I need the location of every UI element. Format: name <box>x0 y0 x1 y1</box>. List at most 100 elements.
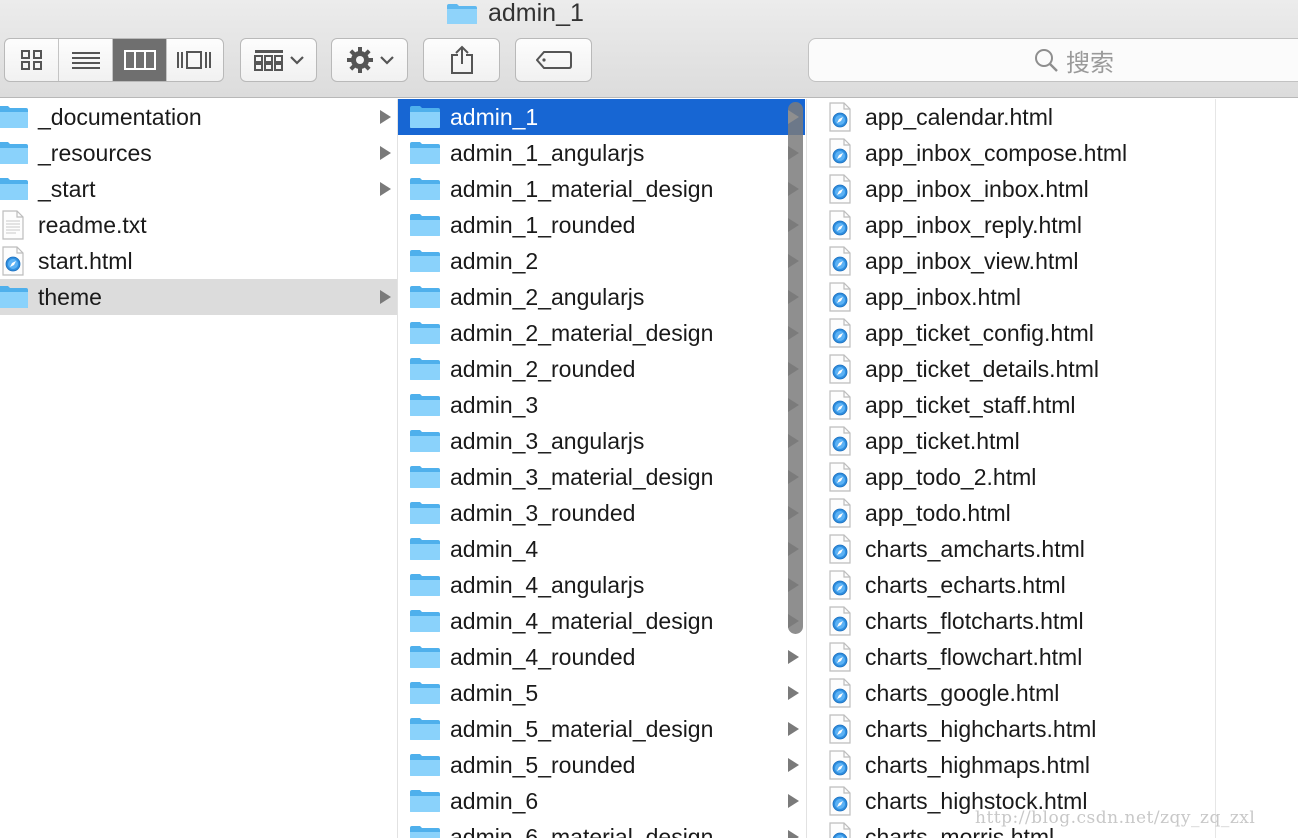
col1-item[interactable]: start.html <box>0 243 397 279</box>
col1-item[interactable]: _resources <box>0 135 397 171</box>
col2-folder-item[interactable]: admin_4_angularjs <box>398 567 805 603</box>
row-label: admin_4_angularjs <box>450 571 645 598</box>
icon-view-button[interactable] <box>5 39 59 81</box>
row-icon-wrap <box>823 822 857 838</box>
row-label: app_inbox.html <box>865 283 1021 310</box>
row-label: admin_6_material_design <box>450 823 714 838</box>
row-label: admin_3_angularjs <box>450 427 645 454</box>
col3-file-item[interactable]: charts_amcharts.html <box>807 531 1215 567</box>
col2-folder-item[interactable]: admin_4_material_design <box>398 603 805 639</box>
row-label: admin_1_rounded <box>450 211 636 238</box>
col3-file-item[interactable]: app_inbox_inbox.html <box>807 171 1215 207</box>
col3-file-item[interactable]: app_ticket_config.html <box>807 315 1215 351</box>
col1-item[interactable]: theme <box>0 279 397 315</box>
row-icon-wrap <box>823 174 857 204</box>
row-label: admin_3 <box>450 391 539 418</box>
col1-item[interactable]: readme.txt <box>0 207 397 243</box>
folder-icon <box>0 106 28 128</box>
col2-folder-item[interactable]: admin_2 <box>398 243 805 279</box>
col3-file-item[interactable]: app_calendar.html <box>807 99 1215 135</box>
disclosure-arrow-icon <box>788 830 799 838</box>
html-file-icon <box>829 822 851 838</box>
row-icon-wrap <box>823 102 857 132</box>
col2-folder-item[interactable]: admin_3_material_design <box>398 459 805 495</box>
col2-folder-item[interactable]: admin_1 <box>398 99 805 135</box>
tags-button[interactable] <box>515 38 592 82</box>
col1-item[interactable]: _start <box>0 171 397 207</box>
row-label: theme <box>38 283 102 310</box>
col2-folder-item[interactable]: admin_2_material_design <box>398 315 805 351</box>
col3-file-item[interactable]: app_ticket_details.html <box>807 351 1215 387</box>
col2-folder-item[interactable]: admin_1_material_design <box>398 171 805 207</box>
folder-icon <box>410 214 440 236</box>
col3-file-item[interactable]: charts_flowchart.html <box>807 639 1215 675</box>
row-icon-wrap <box>0 210 30 240</box>
folder-icon <box>410 142 440 164</box>
row-icon-wrap <box>0 246 30 276</box>
col3-file-item[interactable]: app_todo.html <box>807 495 1215 531</box>
col3-file-item[interactable]: app_inbox_compose.html <box>807 135 1215 171</box>
col2-folder-item[interactable]: admin_6_material_design <box>398 819 805 838</box>
search-input[interactable]: 搜索 <box>808 38 1298 82</box>
col3-file-item[interactable]: app_todo_2.html <box>807 459 1215 495</box>
row-icon-wrap <box>408 498 442 528</box>
col2-folder-item[interactable]: admin_3_angularjs <box>398 423 805 459</box>
col3-file-item[interactable]: app_ticket_staff.html <box>807 387 1215 423</box>
folder-icon <box>0 178 28 200</box>
disclosure-arrow-icon <box>788 722 799 736</box>
col2-folder-item[interactable]: admin_4_rounded <box>398 639 805 675</box>
row-icon-wrap <box>823 534 857 564</box>
row-label: readme.txt <box>38 211 147 238</box>
row-label: admin_1 <box>450 103 539 130</box>
column-view-icon <box>123 50 156 70</box>
row-icon-wrap <box>823 318 857 348</box>
col3-file-item[interactable]: charts_flotcharts.html <box>807 603 1215 639</box>
col2-folder-item[interactable]: admin_1_angularjs <box>398 135 805 171</box>
html-file-icon <box>829 750 851 780</box>
col3-file-item[interactable]: app_inbox_view.html <box>807 243 1215 279</box>
share-button[interactable] <box>423 38 500 82</box>
col2-folder-item[interactable]: admin_5_rounded <box>398 747 805 783</box>
list-view-icon <box>71 52 100 69</box>
folder-icon <box>410 790 440 812</box>
row-icon-wrap <box>823 282 857 312</box>
html-file-icon <box>829 246 851 276</box>
disclosure-arrow-icon <box>380 146 391 160</box>
html-file-icon <box>829 318 851 348</box>
folder-icon <box>410 178 440 200</box>
column-view-button[interactable] <box>113 39 167 81</box>
folder-icon <box>410 466 440 488</box>
row-icon-wrap <box>408 246 442 276</box>
col3-file-item[interactable]: app_inbox_reply.html <box>807 207 1215 243</box>
html-file-icon <box>2 246 24 276</box>
row-label: app_ticket_config.html <box>865 319 1094 346</box>
col3-file-item[interactable]: charts_google.html <box>807 675 1215 711</box>
list-view-button[interactable] <box>59 39 113 81</box>
col2-folder-item[interactable]: admin_3 <box>398 387 805 423</box>
html-file-icon <box>829 534 851 564</box>
col2-folder-item[interactable]: admin_2_angularjs <box>398 279 805 315</box>
row-icon-wrap <box>823 210 857 240</box>
col2-folder-item[interactable]: admin_3_rounded <box>398 495 805 531</box>
col3-file-item[interactable]: charts_echarts.html <box>807 567 1215 603</box>
col2-folder-item[interactable]: admin_5_material_design <box>398 711 805 747</box>
arrange-button[interactable] <box>240 38 317 82</box>
share-icon <box>450 45 473 74</box>
row-label: admin_3_material_design <box>450 463 714 490</box>
col3-file-item[interactable]: app_inbox.html <box>807 279 1215 315</box>
col1-item[interactable]: _documentation <box>0 99 397 135</box>
row-label: _documentation <box>38 103 202 130</box>
col2-folder-item[interactable]: admin_4 <box>398 531 805 567</box>
column-2-scrollbar[interactable] <box>788 102 803 634</box>
col3-file-item[interactable]: app_ticket.html <box>807 423 1215 459</box>
row-label: admin_5_rounded <box>450 751 636 778</box>
col3-file-item[interactable]: charts_highmaps.html <box>807 747 1215 783</box>
col3-file-item[interactable]: charts_highcharts.html <box>807 711 1215 747</box>
cover-flow-button[interactable] <box>167 39 221 81</box>
col2-folder-item[interactable]: admin_5 <box>398 675 805 711</box>
col2-folder-item[interactable]: admin_1_rounded <box>398 207 805 243</box>
col2-folder-item[interactable]: admin_6 <box>398 783 805 819</box>
col2-folder-item[interactable]: admin_2_rounded <box>398 351 805 387</box>
row-label: admin_4_material_design <box>450 607 714 634</box>
action-button[interactable] <box>331 38 408 82</box>
